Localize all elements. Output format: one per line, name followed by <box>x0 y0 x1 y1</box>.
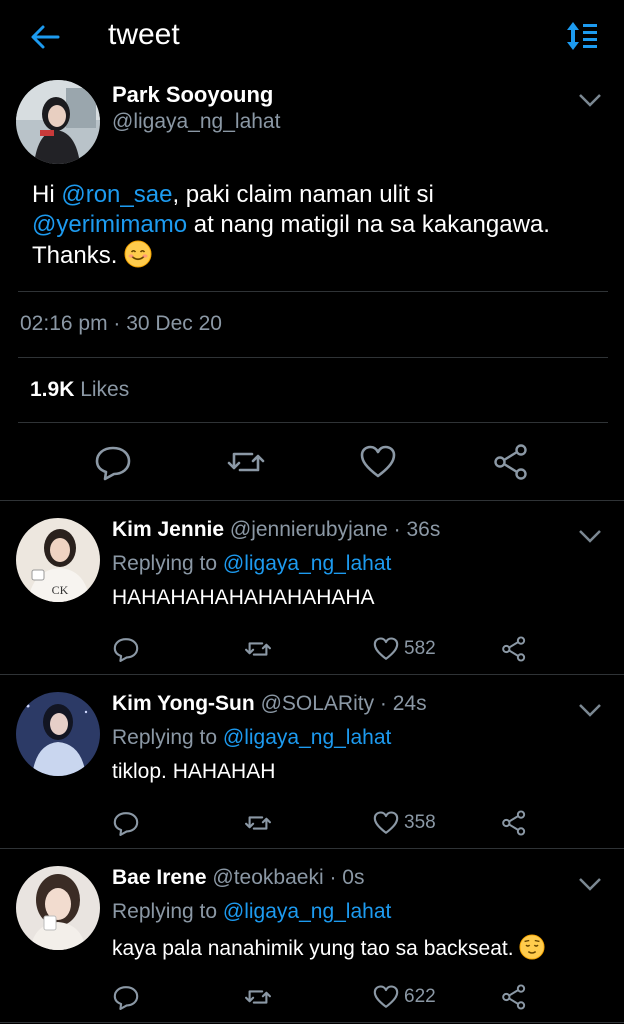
share-button[interactable] <box>500 635 528 663</box>
sort-icon[interactable] <box>564 20 600 52</box>
author-handle[interactable]: @jennierubyjane · 36s <box>230 518 440 541</box>
mention-link[interactable]: @ligaya_ng_lahat <box>223 552 391 575</box>
heart-icon[interactable] <box>358 442 398 482</box>
svg-text:CK: CK <box>52 583 69 597</box>
reply-text-body: kaya pala nanahimik yung tao sa backseat… <box>112 937 520 960</box>
retweet-icon[interactable] <box>226 442 266 482</box>
author-handle[interactable]: @SOLARity · 24s <box>261 692 427 715</box>
retweet-icon <box>245 816 271 830</box>
reply-text: kaya pala nanahimik yung tao sa backseat… <box>112 934 545 961</box>
share-button[interactable] <box>500 809 528 837</box>
smiling-face-emoji-icon <box>124 240 152 268</box>
heart-icon <box>373 811 399 834</box>
tweet-text-after: at nang matigil na sa kakangawa. <box>187 211 550 238</box>
share-icon <box>502 810 526 836</box>
page-title: tweet <box>108 18 180 51</box>
author-name[interactable]: Kim Jennie <box>112 518 224 541</box>
back-arrow-icon[interactable] <box>28 20 62 54</box>
like-button[interactable]: 622 <box>372 983 436 1011</box>
reply-header: Kim Yong-Sun @SOLARity · 24s <box>112 692 427 716</box>
tweet-timestamp: 02:16 pm · 30 Dec 20 <box>20 312 222 335</box>
reply-button[interactable] <box>112 983 140 1011</box>
avatar[interactable] <box>16 80 100 164</box>
replying-prefix: Replying to <box>112 900 223 923</box>
tweet-text: Hi @ron_sae, paki claim naman ulit si @y… <box>32 180 602 271</box>
replying-to: Replying to @ligaya_ng_lahat <box>112 726 391 750</box>
avatar[interactable] <box>16 692 100 776</box>
divider <box>18 291 608 292</box>
replying-prefix: Replying to <box>112 726 223 749</box>
share-button[interactable] <box>500 983 528 1011</box>
share-icon <box>502 636 526 662</box>
replying-prefix: Replying to <box>112 552 223 575</box>
reply-header: Kim Jennie @jennierubyjane · 36s <box>112 518 440 542</box>
share-icon <box>502 984 526 1010</box>
divider <box>18 422 608 423</box>
reply-tweet[interactable]: Kim Yong-Sun @SOLARity · 24s Replying to… <box>0 674 624 848</box>
reply-icon <box>113 638 139 662</box>
top-bar: tweet <box>0 0 624 72</box>
author-handle[interactable]: @teokbaeki · 0s <box>212 866 364 889</box>
chevron-down-icon[interactable] <box>578 528 602 544</box>
replying-to: Replying to @ligaya_ng_lahat <box>112 900 391 924</box>
retweet-icon <box>245 642 271 656</box>
likes-summary[interactable]: 1.9K Likes <box>30 378 129 402</box>
mention-link[interactable]: @yerimimamo <box>32 211 187 238</box>
like-count: 358 <box>404 812 436 833</box>
reply-button[interactable] <box>112 635 140 663</box>
like-count: 582 <box>404 638 436 659</box>
chevron-down-icon[interactable] <box>578 876 602 892</box>
author-handle[interactable]: @ligaya_ng_lahat <box>112 110 280 134</box>
avatar[interactable] <box>16 866 100 950</box>
chevron-down-icon[interactable] <box>578 702 602 718</box>
reply-header: Bae Irene @teokbaeki · 0s <box>112 866 364 890</box>
reply-text: HAHAHAHAHAHAHAHAHA <box>112 586 375 609</box>
tweet-text-end: Thanks. <box>32 242 125 269</box>
retweet-button[interactable] <box>244 809 272 837</box>
heart-icon <box>373 985 399 1008</box>
retweet-button[interactable] <box>244 983 272 1011</box>
divider <box>18 357 608 358</box>
divider <box>0 1022 624 1023</box>
relieved-face-emoji-icon <box>519 934 545 960</box>
retweet-button[interactable] <box>244 635 272 663</box>
like-button[interactable]: 582 <box>372 635 436 663</box>
reply-button[interactable] <box>112 809 140 837</box>
mention-link[interactable]: @ligaya_ng_lahat <box>223 900 391 923</box>
likes-label: Likes <box>80 378 130 401</box>
like-button[interactable]: 358 <box>372 809 436 837</box>
reply-icon[interactable] <box>93 442 133 482</box>
mention-link[interactable]: @ligaya_ng_lahat <box>223 726 391 749</box>
reply-text: tiklop. HAHAHAH <box>112 760 276 783</box>
heart-icon <box>373 637 399 660</box>
chevron-down-icon[interactable] <box>578 92 602 108</box>
mention-link[interactable]: @ron_sae <box>61 181 172 208</box>
author-name[interactable]: Kim Yong-Sun <box>112 692 255 715</box>
reply-icon <box>113 812 139 836</box>
author-name[interactable]: Bae Irene <box>112 866 207 889</box>
avatar[interactable]: CK <box>16 518 100 602</box>
reply-tweet[interactable]: CK Kim Jennie @jennierubyjane · 36s Repl… <box>0 500 624 674</box>
share-icon[interactable] <box>491 442 531 482</box>
reply-tweet[interactable]: Bae Irene @teokbaeki · 0s Replying to @l… <box>0 848 624 1022</box>
likes-count: 1.9K <box>30 378 75 401</box>
like-count: 622 <box>404 986 436 1007</box>
tweet-text-mid: , paki claim naman ulit si <box>172 181 434 208</box>
author-name[interactable]: Park Sooyoung <box>112 82 273 108</box>
tweet-text-prefix: Hi <box>32 181 62 208</box>
replying-to: Replying to @ligaya_ng_lahat <box>112 552 391 576</box>
reply-icon <box>113 986 139 1010</box>
retweet-icon <box>245 990 271 1004</box>
